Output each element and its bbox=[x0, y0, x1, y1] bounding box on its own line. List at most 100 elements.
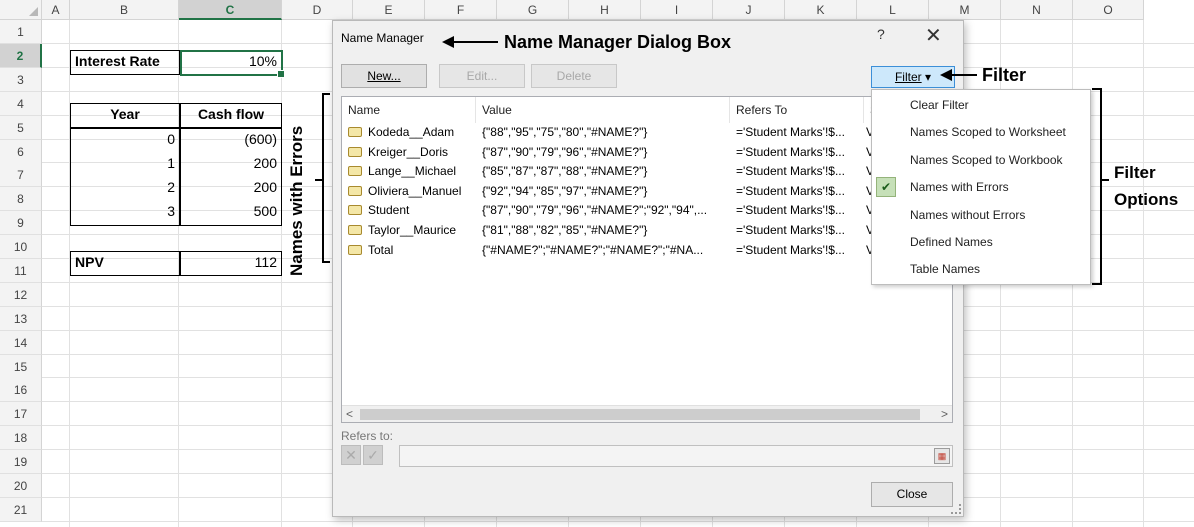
filter-option-names-with-errors[interactable]: ✔ Names with Errors bbox=[872, 174, 1090, 200]
year-cell[interactable]: 2 bbox=[71, 179, 179, 199]
row-header-8[interactable]: 8 bbox=[0, 187, 42, 211]
filter-option-clear-filter[interactable]: Clear Filter bbox=[872, 92, 1090, 118]
refers-to-input[interactable]: ▦ bbox=[399, 445, 953, 467]
name-row-name: Kreiger__Doris bbox=[368, 144, 449, 159]
annotation-filter-options-1: Filter bbox=[1114, 163, 1156, 182]
row-header-1[interactable]: 1 bbox=[0, 20, 42, 44]
filter-option-names-scoped-to-workbook[interactable]: Names Scoped to Workbook bbox=[872, 147, 1090, 173]
cashflow-cell[interactable]: 200 bbox=[181, 179, 281, 199]
filter-option-defined-names[interactable]: Defined Names bbox=[872, 229, 1090, 255]
row-header-2[interactable]: 2 bbox=[0, 44, 42, 68]
name-row[interactable]: Student {"87","90","79","96","#NAME?";"92… bbox=[342, 201, 952, 220]
row-header-15[interactable]: 15 bbox=[0, 355, 42, 379]
column-header-c[interactable]: C bbox=[179, 0, 282, 20]
close-button[interactable]: Close bbox=[871, 482, 953, 507]
npv-value[interactable]: 112 bbox=[181, 254, 281, 274]
scroll-right-icon[interactable]: > bbox=[941, 406, 948, 422]
filter-option-label: Names Scoped to Worksheet bbox=[910, 125, 1066, 140]
column-header-j[interactable]: J bbox=[713, 0, 785, 20]
defined-name-icon bbox=[348, 127, 362, 137]
column-header-e[interactable]: E bbox=[353, 0, 425, 20]
filter-option-table-names[interactable]: Table Names bbox=[872, 256, 1090, 282]
cashflow-cell[interactable]: (600) bbox=[181, 131, 281, 151]
column-header-f[interactable]: F bbox=[425, 0, 497, 20]
column-header-h[interactable]: H bbox=[569, 0, 641, 20]
name-row[interactable]: Oliviera__Manuel {"92","94","85","97","#N… bbox=[342, 182, 952, 201]
row-header-10[interactable]: 10 bbox=[0, 235, 42, 259]
cashflow-header: Cash flow bbox=[197, 106, 265, 122]
defined-name-icon bbox=[348, 185, 362, 196]
name-row-refers: ='Student Marks'!$... bbox=[736, 164, 845, 179]
row-header-19[interactable]: 19 bbox=[0, 450, 42, 474]
row-header-16[interactable]: 16 bbox=[0, 378, 42, 402]
name-row-refers: ='Student Marks'!$... bbox=[736, 125, 845, 139]
grid-vline bbox=[1143, 20, 1144, 527]
name-row[interactable]: Total {"#NAME?";"#NAME?";"#NAME?";"#NA...… bbox=[342, 241, 952, 260]
interest-rate-label: Interest Rate bbox=[75, 53, 160, 69]
name-row[interactable]: Taylor__Maurice {"81","88","82","85","#NA… bbox=[342, 221, 952, 240]
col-header-value[interactable]: Value bbox=[476, 97, 730, 123]
name-row[interactable]: Kreiger__Doris {"87","90","79","96","#NAM… bbox=[342, 143, 952, 162]
resize-grip-icon[interactable] bbox=[951, 504, 961, 514]
name-manager-dialog: Name Manager ? ✕ New... Edit... Delete F… bbox=[332, 20, 964, 517]
year-cell[interactable]: 0 bbox=[71, 131, 179, 151]
name-row-refers: ='Student Marks'!$... bbox=[736, 183, 845, 198]
row-header-5[interactable]: 5 bbox=[0, 116, 42, 140]
help-icon[interactable]: ? bbox=[877, 26, 885, 42]
confirm-edit-icon[interactable]: ✓ bbox=[363, 445, 383, 465]
name-row-refers: ='Student Marks'!$... bbox=[736, 242, 845, 257]
refers-to-label: Refers to: bbox=[341, 429, 394, 443]
column-header-a[interactable]: A bbox=[42, 0, 70, 20]
column-header-b[interactable]: B bbox=[70, 0, 179, 20]
name-row-name: Total bbox=[368, 242, 394, 257]
year-cell[interactable]: 1 bbox=[71, 155, 179, 175]
select-all-corner[interactable] bbox=[0, 0, 42, 20]
row-header-18[interactable]: 18 bbox=[0, 426, 42, 450]
horizontal-scrollbar[interactable]: < > bbox=[342, 405, 952, 422]
cashflow-cell[interactable]: 500 bbox=[181, 203, 281, 223]
cashflow-cell[interactable]: 200 bbox=[181, 155, 281, 175]
name-row[interactable]: Kodeda__Adam {"88","95","75","80","#NAME?… bbox=[342, 123, 952, 142]
delete-button[interactable]: Delete bbox=[531, 64, 617, 88]
close-icon[interactable]: ✕ bbox=[925, 23, 942, 48]
new-button[interactable]: New... bbox=[341, 64, 427, 88]
row-header-6[interactable]: 6 bbox=[0, 140, 42, 164]
row-header-14[interactable]: 14 bbox=[0, 331, 42, 355]
col-header-name[interactable]: Name bbox=[342, 97, 476, 123]
name-row-refers: ='Student Marks'!$... bbox=[736, 203, 845, 218]
row-header-13[interactable]: 13 bbox=[0, 307, 42, 331]
column-header-g[interactable]: G bbox=[497, 0, 569, 20]
column-header-m[interactable]: M bbox=[929, 0, 1001, 20]
row-header-7[interactable]: 7 bbox=[0, 163, 42, 187]
row-header-4[interactable]: 4 bbox=[0, 92, 42, 116]
names-list[interactable]: Name Value Refers To S Kodeda__Adam{"88"… bbox=[341, 96, 953, 423]
scrollbar-thumb[interactable] bbox=[360, 409, 920, 420]
row-header-12[interactable]: 12 bbox=[0, 283, 42, 307]
column-header-o[interactable]: O bbox=[1073, 0, 1144, 20]
range-selector-icon[interactable]: ▦ bbox=[934, 448, 950, 464]
column-header-k[interactable]: K bbox=[785, 0, 857, 20]
row-header-3[interactable]: 3 bbox=[0, 68, 42, 92]
annotation-arrow-dialog bbox=[454, 41, 498, 43]
cancel-edit-icon[interactable]: ✕ bbox=[341, 445, 361, 465]
row-header-11[interactable]: 11 bbox=[0, 259, 42, 283]
name-row[interactable]: Lange__Michael {"85","87","87","88","#NAM… bbox=[342, 162, 952, 181]
column-header-i[interactable]: I bbox=[641, 0, 713, 20]
defined-name-icon bbox=[348, 205, 362, 216]
row-header-21[interactable]: 21 bbox=[0, 498, 42, 522]
row-header-17[interactable]: 17 bbox=[0, 402, 42, 426]
annotation-dialog-box: Name Manager Dialog Box bbox=[504, 32, 732, 52]
column-header-d[interactable]: D bbox=[282, 0, 353, 20]
column-header-l[interactable]: L bbox=[857, 0, 929, 20]
row-header-20[interactable]: 20 bbox=[0, 474, 42, 498]
edit-button[interactable]: Edit... bbox=[439, 64, 525, 88]
row-header-9[interactable]: 9 bbox=[0, 211, 42, 235]
filter-option-label: Defined Names bbox=[910, 235, 993, 249]
filter-option-names-without-errors[interactable]: Names without Errors bbox=[872, 202, 1090, 228]
year-cell[interactable]: 3 bbox=[71, 203, 179, 223]
column-header-n[interactable]: N bbox=[1001, 0, 1073, 20]
filter-option-names-scoped-to-worksheet[interactable]: Names Scoped to Worksheet bbox=[872, 119, 1090, 145]
scroll-left-icon[interactable]: < bbox=[346, 406, 353, 422]
col-header-refers-to[interactable]: Refers To bbox=[730, 97, 864, 123]
name-row-value: {"88","95","75","80","#NAME?"} bbox=[482, 125, 648, 139]
